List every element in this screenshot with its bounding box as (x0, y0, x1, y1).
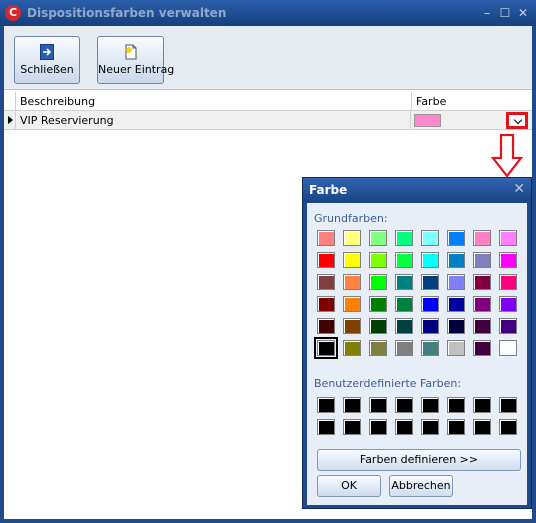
basic-color-swatch[interactable] (369, 340, 387, 356)
cancel-button[interactable]: Abbrechen (389, 475, 453, 497)
basic-color-swatch[interactable] (421, 274, 439, 290)
basic-color-swatch[interactable] (499, 252, 517, 268)
basic-color-swatch[interactable] (317, 318, 335, 334)
column-header-color[interactable]: Farbe (411, 92, 532, 111)
basic-color-swatch[interactable] (447, 252, 465, 268)
new-document-icon (125, 44, 136, 60)
custom-color-swatch[interactable] (395, 419, 413, 435)
basic-color-swatch[interactable] (499, 230, 517, 246)
color-dialog: Farbe ✕ Grundfarben: Benutzerdefinierte … (302, 177, 532, 509)
basic-color-swatch[interactable] (369, 318, 387, 334)
red-down-arrow-icon (491, 134, 523, 178)
description-cell[interactable]: VIP Reservierung (15, 111, 411, 130)
basic-color-swatch[interactable] (395, 318, 413, 334)
basic-color-swatch[interactable] (369, 252, 387, 268)
dialog-close-icon[interactable]: ✕ (513, 181, 525, 197)
basic-color-swatch[interactable] (317, 274, 335, 290)
basic-color-swatch[interactable] (473, 340, 491, 356)
custom-color-swatch[interactable] (343, 397, 361, 413)
basic-color-swatch[interactable] (447, 318, 465, 334)
new-entry-button-label: Neuer Eintrag (98, 63, 175, 76)
custom-colors-label: Benutzerdefinierte Farben: (314, 377, 462, 390)
basic-color-swatch[interactable] (343, 340, 361, 356)
custom-color-swatch[interactable] (473, 397, 491, 413)
basic-color-swatch[interactable] (499, 296, 517, 312)
basic-color-swatch[interactable] (473, 296, 491, 312)
basic-color-swatch[interactable] (343, 252, 361, 268)
custom-color-swatch[interactable] (473, 419, 491, 435)
basic-color-swatch[interactable] (395, 274, 413, 290)
maximize-icon[interactable]: ☐ (497, 5, 513, 21)
basic-color-swatch[interactable] (369, 230, 387, 246)
basic-color-swatch[interactable] (421, 340, 439, 356)
basic-color-swatch[interactable] (499, 274, 517, 290)
close-icon[interactable]: ✕ (515, 5, 531, 21)
basic-color-swatch[interactable] (395, 296, 413, 312)
color-dropdown-button[interactable] (506, 112, 528, 129)
dialog-title: Farbe (309, 183, 348, 197)
basic-color-swatch[interactable] (473, 318, 491, 334)
custom-color-swatch[interactable] (499, 419, 517, 435)
close-button-label: Schließen (20, 63, 74, 76)
basic-color-swatch[interactable] (343, 274, 361, 290)
basic-color-swatch[interactable] (395, 340, 413, 356)
basic-color-swatch[interactable] (447, 230, 465, 246)
custom-color-swatch[interactable] (421, 419, 439, 435)
basic-color-swatch[interactable] (317, 296, 335, 312)
exit-arrow-icon (40, 44, 54, 60)
minimize-icon[interactable]: – (479, 5, 495, 21)
color-swatch[interactable] (414, 114, 441, 127)
basic-color-swatch[interactable] (421, 230, 439, 246)
basic-color-swatch[interactable] (473, 252, 491, 268)
basic-color-swatch[interactable] (317, 230, 335, 246)
basic-colors-label: Grundfarben: (314, 212, 388, 225)
basic-color-swatch[interactable] (473, 274, 491, 290)
basic-color-swatch[interactable] (369, 274, 387, 290)
custom-color-swatch[interactable] (499, 397, 517, 413)
basic-color-swatch[interactable] (317, 252, 335, 268)
custom-color-swatch[interactable] (447, 397, 465, 413)
custom-color-swatch[interactable] (447, 419, 465, 435)
new-entry-button[interactable]: Neuer Eintrag (97, 36, 175, 84)
basic-color-swatch[interactable] (447, 340, 465, 356)
basic-color-swatch[interactable] (421, 318, 439, 334)
custom-color-swatch[interactable] (343, 419, 361, 435)
custom-color-swatch[interactable] (395, 397, 413, 413)
custom-color-swatch[interactable] (369, 397, 387, 413)
basic-color-swatch[interactable] (447, 274, 465, 290)
define-colors-button[interactable]: Farben definieren >> (317, 449, 521, 471)
window-title: Dispositionsfarben verwalten (27, 6, 227, 20)
custom-color-swatch[interactable] (317, 419, 335, 435)
ok-button[interactable]: OK (317, 475, 381, 497)
basic-color-swatch[interactable] (499, 318, 517, 334)
custom-color-swatch[interactable] (369, 419, 387, 435)
app-logo-icon: C (5, 5, 21, 21)
close-button[interactable]: Schließen (14, 36, 80, 84)
toolbar: Schließen Neuer Eintrag (4, 26, 532, 90)
dialog-title-bar[interactable]: Farbe ✕ (303, 178, 531, 202)
table-row[interactable]: VIP Reservierung (4, 111, 532, 130)
basic-color-swatch[interactable] (499, 340, 517, 356)
title-bar[interactable]: C Dispositionsfarben verwalten – ☐ ✕ (0, 0, 536, 26)
basic-color-swatch[interactable] (421, 296, 439, 312)
basic-color-swatch[interactable] (447, 296, 465, 312)
basic-color-swatch[interactable] (343, 296, 361, 312)
basic-color-swatch[interactable] (421, 252, 439, 268)
grid-header: Beschreibung Farbe (4, 92, 532, 111)
basic-color-swatch[interactable] (473, 230, 491, 246)
custom-color-swatch[interactable] (421, 397, 439, 413)
basic-color-swatch[interactable] (395, 252, 413, 268)
basic-color-swatch[interactable] (314, 337, 338, 359)
basic-color-swatch[interactable] (343, 318, 361, 334)
column-header-description[interactable]: Beschreibung (15, 92, 411, 111)
basic-color-swatch[interactable] (343, 230, 361, 246)
main-window: C Dispositionsfarben verwalten – ☐ ✕ Sch… (0, 0, 536, 523)
basic-color-swatch[interactable] (395, 230, 413, 246)
dialog-body: Grundfarben: Benutzerdefinierte Farben: … (307, 203, 527, 505)
basic-color-swatch[interactable] (369, 296, 387, 312)
custom-color-swatch[interactable] (317, 397, 335, 413)
row-indicator-icon (4, 111, 15, 130)
